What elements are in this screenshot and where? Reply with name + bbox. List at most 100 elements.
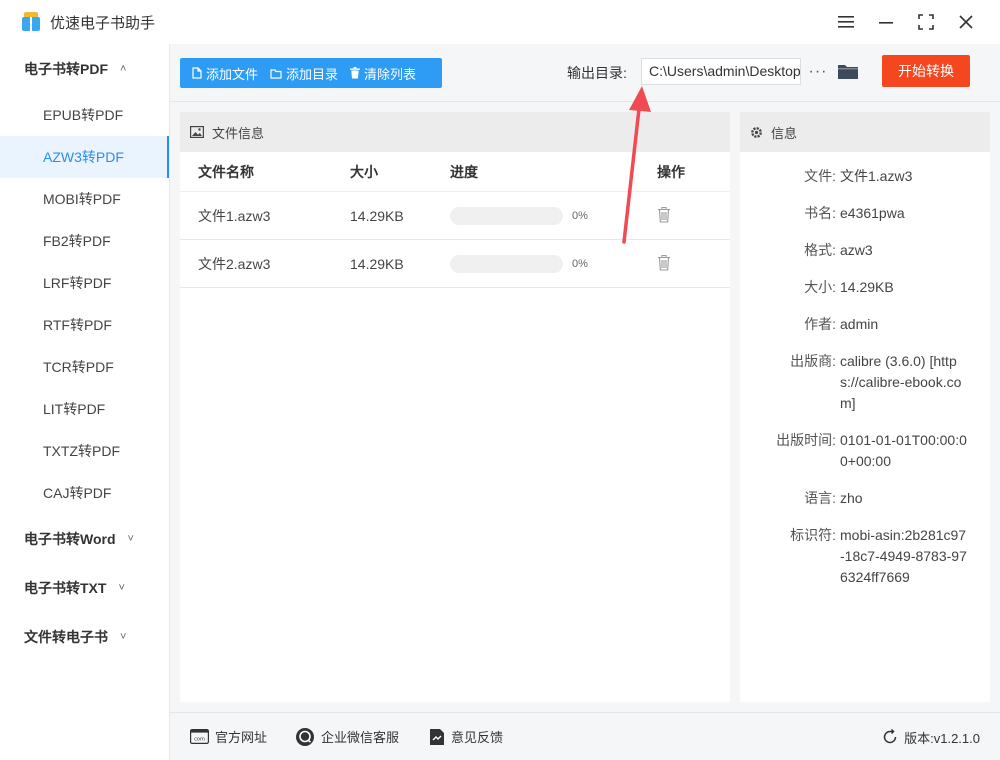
close-button[interactable] (946, 0, 986, 44)
trash-icon (658, 254, 670, 271)
sidebar-group-ebook-to-txt[interactable]: 电子书转TXT ˅ (0, 563, 169, 612)
sidebar-item-fb2-to-pdf[interactable]: FB2转PDF (0, 220, 169, 262)
wechat-support-link[interactable]: 企业微信客服 (295, 727, 399, 747)
sidebar-group-label: 电子书转TXT (24, 579, 107, 596)
column-header-size: 大小 (350, 163, 378, 180)
action-cell (639, 254, 730, 274)
app-logo-icon (20, 11, 42, 33)
title-bar: 优速电子书助手 (0, 0, 1000, 44)
clear-list-button[interactable]: 清除列表 (338, 64, 416, 83)
info-value: zho (840, 490, 863, 506)
info-row-publisher: 出版商: calibre (3.6.0) [https://calibre-ebo… (740, 351, 990, 414)
progress-cell: 0% (450, 206, 639, 225)
progress-percent: 0% (572, 257, 588, 270)
info-row-file: 文件: 文件1.azw3 (740, 166, 990, 187)
sidebar-item-caj-to-pdf[interactable]: CAJ转PDF (0, 472, 169, 514)
open-folder-button[interactable] (836, 60, 860, 82)
start-convert-button[interactable]: 开始转换 (882, 55, 970, 87)
sidebar-item-txtz-to-pdf[interactable]: TXTZ转PDF (0, 430, 169, 472)
info-value: admin (840, 316, 879, 332)
info-row-title: 书名: e4361pwa (740, 203, 990, 224)
info-row-language: 语言: zho (740, 488, 990, 509)
progress-bar (450, 254, 563, 273)
sidebar-item-lit-to-pdf[interactable]: LIT转PDF (0, 388, 169, 430)
sidebar-item-lrf-to-pdf[interactable]: LRF转PDF (0, 262, 169, 304)
progress-percent: 0% (572, 209, 588, 222)
info-key: 语言: (804, 490, 836, 506)
chevron-down-icon: ˅ (127, 532, 134, 545)
sidebar-item-label: FB2转PDF (43, 233, 111, 249)
table-row[interactable]: 文件1.azw3 14.29KB 0% (180, 192, 730, 240)
sidebar-group-ebook-to-word[interactable]: 电子书转Word ˅ (0, 514, 169, 563)
info-list: 文件: 文件1.azw3 书名: e4361pwa 格式: azw3 大小: 14.29… (740, 152, 990, 588)
sidebar-item-label: LRF转PDF (43, 275, 112, 291)
info-row-size: 大小: 14.29KB (740, 277, 990, 298)
info-key: 格式: (804, 242, 836, 258)
maximize-button[interactable] (906, 0, 946, 44)
column-header-progress: 进度 (450, 163, 478, 180)
info-key: 标识符: (790, 527, 836, 543)
info-row-author: 作者: admin (740, 314, 990, 335)
column-header-action: 操作 (657, 163, 685, 180)
chevron-down-icon: ˅ (120, 630, 127, 643)
metadata-info-panel: 信息 文件: 文件1.azw3 书名: e4361pwa 格式: azw3 大小: 14… (740, 112, 990, 702)
chevron-up-icon: ˄ (120, 63, 127, 75)
file-action-buttons: 添加文件 添加目录 清除列表 (180, 58, 442, 88)
delete-file-button[interactable] (657, 254, 671, 271)
folder-outline-icon (270, 68, 282, 79)
delete-file-button[interactable] (657, 206, 671, 223)
minimize-icon (879, 22, 893, 24)
hamburger-icon (838, 16, 854, 28)
close-icon (959, 15, 973, 29)
file-panel-header: 文件信息 (180, 112, 730, 152)
output-dir-input[interactable]: C:\Users\admin\Desktop (641, 58, 801, 85)
version-info[interactable]: 版本:v1.2.1.0 (882, 713, 980, 760)
folder-icon (838, 65, 858, 79)
sidebar-item-label: EPUB转PDF (43, 107, 124, 123)
sidebar-item-tcr-to-pdf[interactable]: TCR转PDF (0, 346, 169, 388)
more-options-button[interactable]: ··· (808, 58, 828, 85)
file-panel-title: 文件信息 (212, 125, 265, 141)
feedback-link[interactable]: 意见反馈 (429, 727, 503, 746)
info-panel-header: 信息 (740, 112, 990, 152)
sidebar-group-ebook-to-pdf[interactable]: 电子书转PDF ˄ (0, 44, 169, 94)
wechat-support-label: 企业微信客服 (321, 730, 400, 745)
sidebar-item-label: TXTZ转PDF (43, 443, 120, 459)
sidebar-group-file-to-ebook[interactable]: 文件转电子书 ˅ (0, 612, 169, 661)
add-folder-label: 添加目录 (286, 66, 339, 82)
sidebar-item-rtf-to-pdf[interactable]: RTF转PDF (0, 304, 169, 346)
sidebar-item-epub-to-pdf[interactable]: EPUB转PDF (0, 94, 169, 136)
sidebar-item-label: TCR转PDF (43, 359, 114, 375)
website-icon: com (190, 729, 209, 744)
add-folder-button[interactable]: 添加目录 (258, 64, 338, 83)
sidebar-group-label: 电子书转Word (24, 530, 116, 547)
info-key: 文件: (804, 168, 836, 184)
action-cell (639, 206, 730, 226)
sidebar-item-label: LIT转PDF (43, 401, 106, 417)
sidebar-item-mobi-to-pdf[interactable]: MOBI转PDF (0, 178, 169, 220)
official-website-label: 官方网址 (215, 730, 268, 745)
add-file-button[interactable]: 添加文件 (180, 64, 258, 83)
info-value: mobi-asin:2b281c97-18c7-4949-8783-976324… (840, 527, 967, 585)
info-row-format: 格式: azw3 (740, 240, 990, 261)
feedback-icon (429, 728, 445, 746)
info-value: calibre (3.6.0) [https://calibre-ebook.c… (840, 353, 962, 411)
menu-button[interactable] (826, 0, 866, 44)
official-website-link[interactable]: com 官方网址 (190, 727, 267, 746)
clear-list-label: 清除列表 (364, 66, 417, 82)
trash-icon (658, 206, 670, 223)
progress-bar (450, 206, 563, 225)
window-controls (826, 0, 986, 44)
sidebar-group-label: 电子书转PDF (24, 61, 108, 77)
sidebar-item-label: AZW3转PDF (43, 149, 124, 165)
refresh-icon (882, 729, 898, 745)
file-table-header: 文件名称 大小 进度 操作 (180, 152, 730, 192)
info-key: 作者: (804, 316, 836, 332)
sidebar-item-azw3-to-pdf[interactable]: AZW3转PDF (0, 136, 169, 178)
info-row-publish-date: 出版时间: 0101-01-01T00:00:00+00:00 (740, 430, 990, 472)
table-row[interactable]: 文件2.azw3 14.29KB 0% (180, 240, 730, 288)
sidebar-item-label: RTF转PDF (43, 317, 112, 333)
file-info-panel: 文件信息 文件名称 大小 进度 操作 文件1.azw3 14.29KB 0% 文… (180, 112, 730, 702)
minimize-button[interactable] (866, 0, 906, 44)
file-size: 14.29KB (350, 255, 404, 272)
